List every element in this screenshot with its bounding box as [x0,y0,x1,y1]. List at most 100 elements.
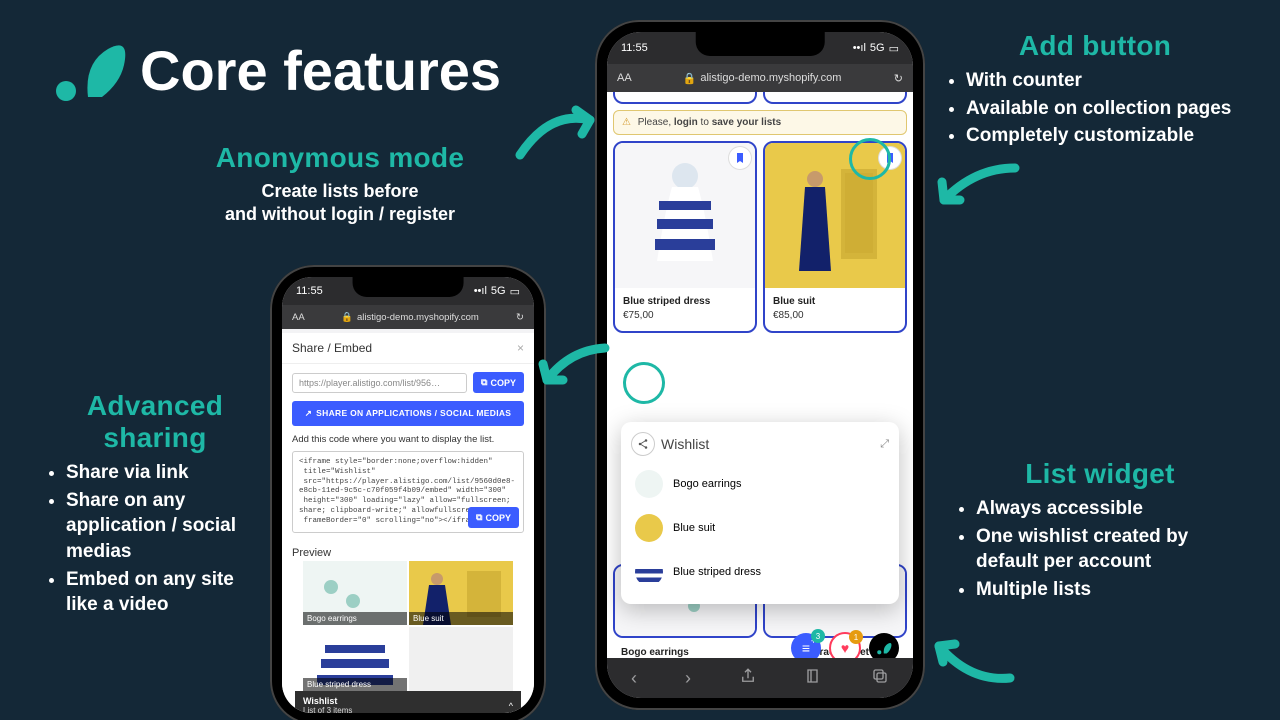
signal-icon: ••ıl [853,42,866,54]
arrow-icon [930,160,1025,220]
phone-mock-share-modal: 11:55 ••ıl 5G ▭ AA 🔒 alistigo-demo.myshopif… [270,265,546,720]
preview-tile: Bogo earrings [303,561,407,625]
tb-forward-icon[interactable]: › [685,668,691,689]
text-size-icon[interactable]: AA [617,72,637,84]
preview-footer[interactable]: WishlistList of 3 items ^ [295,691,521,713]
warning-icon: ⚠ [622,117,631,128]
add-button-item: Available on collection pages [966,96,1250,122]
product-card[interactable]: Blue suit €85,00 [763,141,907,333]
signal-label: 5G [870,42,885,54]
preview-grid: Bogo earrings Blue suit Blue striped dre… [303,561,513,691]
copy-url-button[interactable]: ⧉COPY [473,372,524,393]
lock-icon: 🔒 [683,72,697,85]
share-icon: ↗ [305,408,312,418]
fab-heart[interactable]: ♥1 [829,632,861,658]
product-price: €85,00 [773,310,897,321]
browser-toolbar: ‹ › [607,658,913,698]
preview-caption: Blue striped dress [303,678,407,691]
login-warning-banner: ⚠ Please, login to save your lists [613,110,907,135]
feature-add-button: Add button With counter Available on col… [940,30,1250,151]
feature-advanced-sharing: Advanced sharing Share via link Share on… [40,390,270,620]
warn-text-bold: save your lists [712,117,781,128]
status-time: 11:55 [621,42,648,54]
embed-instruction: Add this code where you want to display … [292,434,524,445]
text-size-icon[interactable]: AA [292,312,312,323]
anonymous-sub2: and without login / register [170,203,510,226]
alistigo-logo [50,35,128,110]
wishlist-item[interactable]: Blue striped dress [631,550,889,594]
share-icon[interactable] [631,432,655,456]
add-button-item: Completely customizable [966,123,1250,149]
modal-header: Share / Embed × [282,333,534,364]
url-text: alistigo-demo.myshopify.com [357,312,479,323]
tb-tabs-icon[interactable] [871,667,889,690]
list-widget-item: Multiple lists [976,577,1250,603]
preview-tile-empty [409,627,513,691]
fab-alistigo[interactable] [869,633,899,658]
list-widget-heading: List widget [950,458,1250,490]
bookmark-button[interactable] [879,147,901,169]
tb-bookmarks-icon[interactable] [805,667,823,690]
sharing-heading: Advanced sharing [40,390,270,454]
share-social-label: SHARE ON APPLICATIONS / SOCIAL MEDIAS [316,408,511,418]
copy-code-button[interactable]: ⧉COPY [468,507,519,528]
preview-caption: Bogo earrings [303,612,407,625]
anonymous-sub1: Create lists before [170,180,510,203]
embed-code-box[interactable]: <iframe style="border:none;overflow:hidd… [292,451,524,533]
wishlist-item-label: Bogo earrings [673,478,742,490]
product-name: Bogo earrings [621,647,689,658]
feature-list-widget: List widget Always accessible One wishli… [950,458,1250,605]
list-widget-item: Always accessible [976,496,1250,522]
fab-add-list[interactable]: ≡+3 [791,633,821,658]
expand-icon[interactable]: ⤢ [880,438,889,451]
add-button-heading: Add button [940,30,1250,62]
bookmark-button[interactable] [729,147,751,169]
warn-text-prefix: Please, [638,117,674,128]
battery-icon: ▭ [889,42,899,55]
chevron-up-icon[interactable]: ^ [509,701,513,711]
arrow-icon [925,630,1020,690]
copy-label: COPY [485,513,511,523]
tb-share-icon[interactable] [739,667,757,690]
wishlist-item[interactable]: Blue suit [631,506,889,550]
sharing-item: Embed on any site like a video [66,567,270,618]
reload-icon[interactable]: ↻ [508,312,524,323]
list-widget-item: One wishlist created by default per acco… [976,524,1250,575]
product-name: Blue striped dress [623,296,747,307]
phone-mock-storefront: 11:55 ••ıl 5G ▭ AA 🔒alistigo-demo.myshop… [595,20,925,710]
copy-icon: ⧉ [476,512,482,523]
product-name: Blue suit [773,296,897,307]
signal-label: 5G [491,285,506,297]
anonymous-heading: Anonymous mode [170,142,510,174]
product-price: €75,00 [623,310,747,321]
copy-label: COPY [490,378,516,388]
preview-tile: Blue suit [409,561,513,625]
share-social-button[interactable]: ↗ SHARE ON APPLICATIONS / SOCIAL MEDIAS [292,401,524,426]
status-time: 11:55 [296,285,323,297]
reload-icon[interactable]: ↻ [887,72,903,85]
fab-row: ≡+3 ♥1 [791,632,899,658]
copy-icon: ⧉ [481,377,487,388]
wishlist-popup[interactable]: Wishlist ⤢ Bogo earrings Blue suit Blue … [621,422,899,604]
add-button-item: With counter [966,68,1250,94]
battery-icon: ▭ [510,285,520,298]
url-bar[interactable]: AA 🔒 alistigo-demo.myshopify.com ↻ [282,305,534,329]
wishlist-item[interactable]: Bogo earrings [631,462,889,506]
tb-back-icon[interactable]: ‹ [631,668,637,689]
share-url-input[interactable] [292,373,467,393]
close-icon[interactable]: × [517,341,524,355]
page-title: Core features [140,38,501,103]
warn-text-mid: to [698,117,712,128]
sharing-item: Share on any application / social medias [66,488,270,565]
modal-title: Share / Embed [292,341,372,355]
warn-login-link[interactable]: login [674,117,698,128]
wishlist-title: Wishlist [661,436,709,452]
lock-icon: 🔒 [341,312,353,323]
sharing-item: Share via link [66,460,270,486]
product-card[interactable]: Blue striped dress €75,00 [613,141,757,333]
signal-icon: ••ıl [474,285,487,297]
feature-anonymous: Anonymous mode Create lists before and w… [170,142,510,227]
url-bar[interactable]: AA 🔒alistigo-demo.myshopify.com ↻ [607,64,913,92]
preview-caption: Blue suit [409,612,513,625]
preview-tile: Blue striped dress [303,627,407,691]
